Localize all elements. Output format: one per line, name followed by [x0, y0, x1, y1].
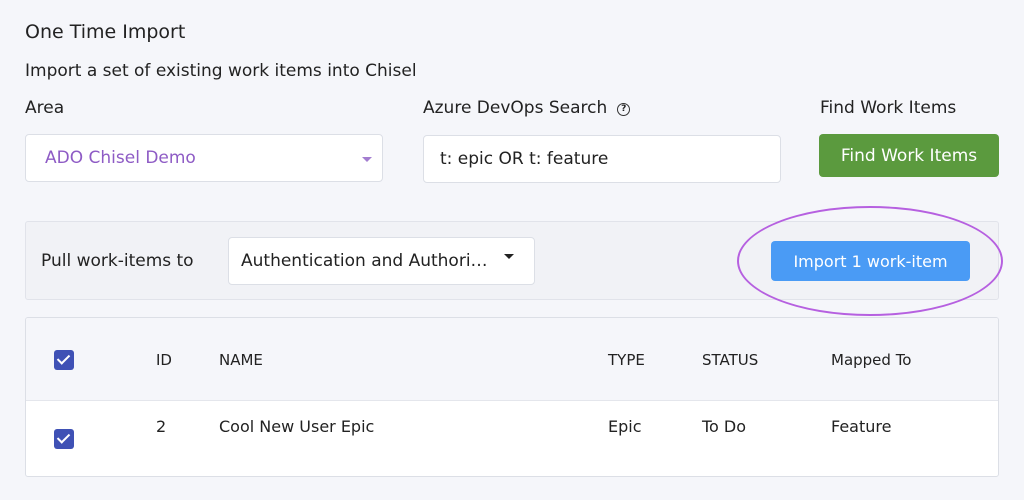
find-work-items-button[interactable]: Find Work Items	[819, 134, 999, 177]
area-select-value: ADO Chisel Demo	[45, 148, 196, 168]
area-label: Area	[25, 98, 65, 118]
chevron-down-icon	[362, 157, 372, 162]
row-type: Epic	[608, 417, 642, 436]
find-label: Find Work Items	[820, 98, 957, 118]
search-label: Azure DevOps Search	[423, 98, 608, 118]
row-id: 2	[156, 417, 167, 436]
pull-label: Pull work-items to	[41, 251, 194, 271]
question-circle-icon[interactable]: ?	[617, 103, 631, 116]
row-checkbox[interactable]	[54, 429, 74, 449]
pull-panel: Pull work-items to Authentication and Au…	[25, 206, 1003, 316]
ado-search-input[interactable]	[423, 135, 781, 183]
row-name: Cool New User Epic	[219, 417, 375, 436]
search-label-group: Azure DevOps Search?	[423, 98, 631, 118]
work-items-table: ID NAME TYPE STATUS Mapped To 2 Cool New…	[25, 317, 999, 477]
pull-target-select[interactable]: Authentication and Authorization	[228, 237, 535, 285]
caret-down-icon	[504, 254, 514, 259]
header-id: ID	[156, 351, 172, 369]
area-select[interactable]: ADO Chisel Demo	[25, 134, 383, 182]
row-mapped-to: Feature	[831, 417, 892, 436]
pull-target-value: Authentication and Authorization	[241, 251, 491, 271]
header-mapped-to: Mapped To	[831, 351, 912, 369]
import-work-items-button[interactable]: Import 1 work-item	[771, 241, 970, 281]
table-header: ID NAME TYPE STATUS Mapped To	[26, 318, 998, 401]
page-title: One Time Import	[25, 21, 186, 43]
select-all-checkbox[interactable]	[54, 350, 74, 370]
header-name: NAME	[219, 351, 263, 369]
table-row[interactable]: 2 Cool New User Epic Epic To Do Feature	[26, 401, 998, 476]
header-status: STATUS	[702, 351, 759, 369]
page-subtitle: Import a set of existing work items into…	[25, 61, 417, 81]
row-status: To Do	[702, 417, 747, 436]
header-type: TYPE	[608, 351, 645, 369]
